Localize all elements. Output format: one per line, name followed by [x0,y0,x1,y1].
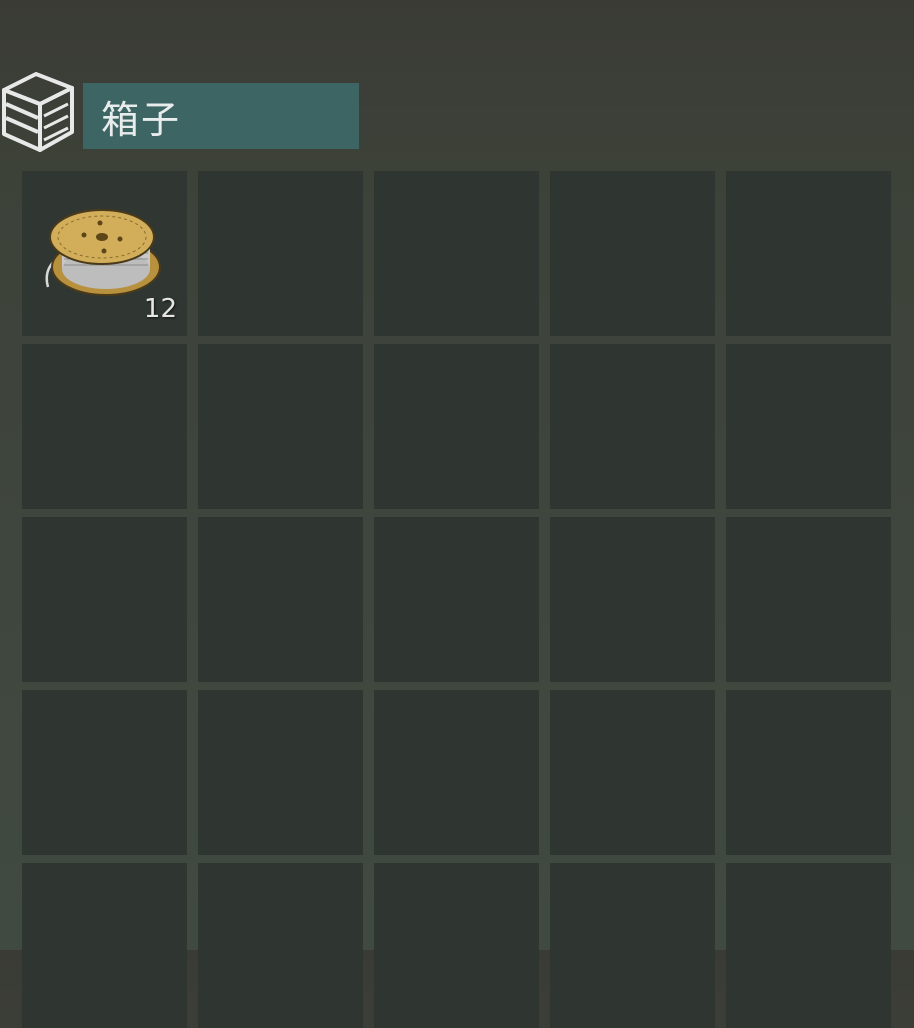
inventory-slot-16[interactable] [22,690,187,855]
inventory-slot-24[interactable] [550,863,715,1028]
inventory-slot-8[interactable] [374,344,539,509]
inventory-grid: 12 [22,171,891,1028]
inventory-slot-12[interactable] [198,517,363,682]
inventory-slot-14[interactable] [550,517,715,682]
crate-icon [2,72,74,152]
inventory-slot-19[interactable] [550,690,715,855]
inventory-slot-13[interactable] [374,517,539,682]
item-quantity: 12 [143,294,177,324]
inventory-slot-17[interactable] [198,690,363,855]
inventory-slot-23[interactable] [374,863,539,1028]
inventory-slot-18[interactable] [374,690,539,855]
inventory-slot-1[interactable]: 12 [22,171,187,336]
inventory-slot-9[interactable] [550,344,715,509]
container-header: 箱子 [0,60,380,160]
wire-spool-icon [45,209,161,296]
inventory-slot-25[interactable] [726,863,891,1028]
inventory-slot-10[interactable] [726,344,891,509]
inventory-slot-22[interactable] [198,863,363,1028]
inventory-slot-11[interactable] [22,517,187,682]
inventory-slot-7[interactable] [198,344,363,509]
container-title: 箱子 [101,97,182,142]
container-title-bar: 箱子 [83,83,359,149]
inventory-slot-15[interactable] [726,517,891,682]
inventory-slot-20[interactable] [726,690,891,855]
inventory-slot-21[interactable] [22,863,187,1028]
inventory-slot-5[interactable] [726,171,891,336]
inventory-slot-4[interactable] [550,171,715,336]
inventory-slot-6[interactable] [22,344,187,509]
inventory-slot-3[interactable] [374,171,539,336]
inventory-slot-2[interactable] [198,171,363,336]
